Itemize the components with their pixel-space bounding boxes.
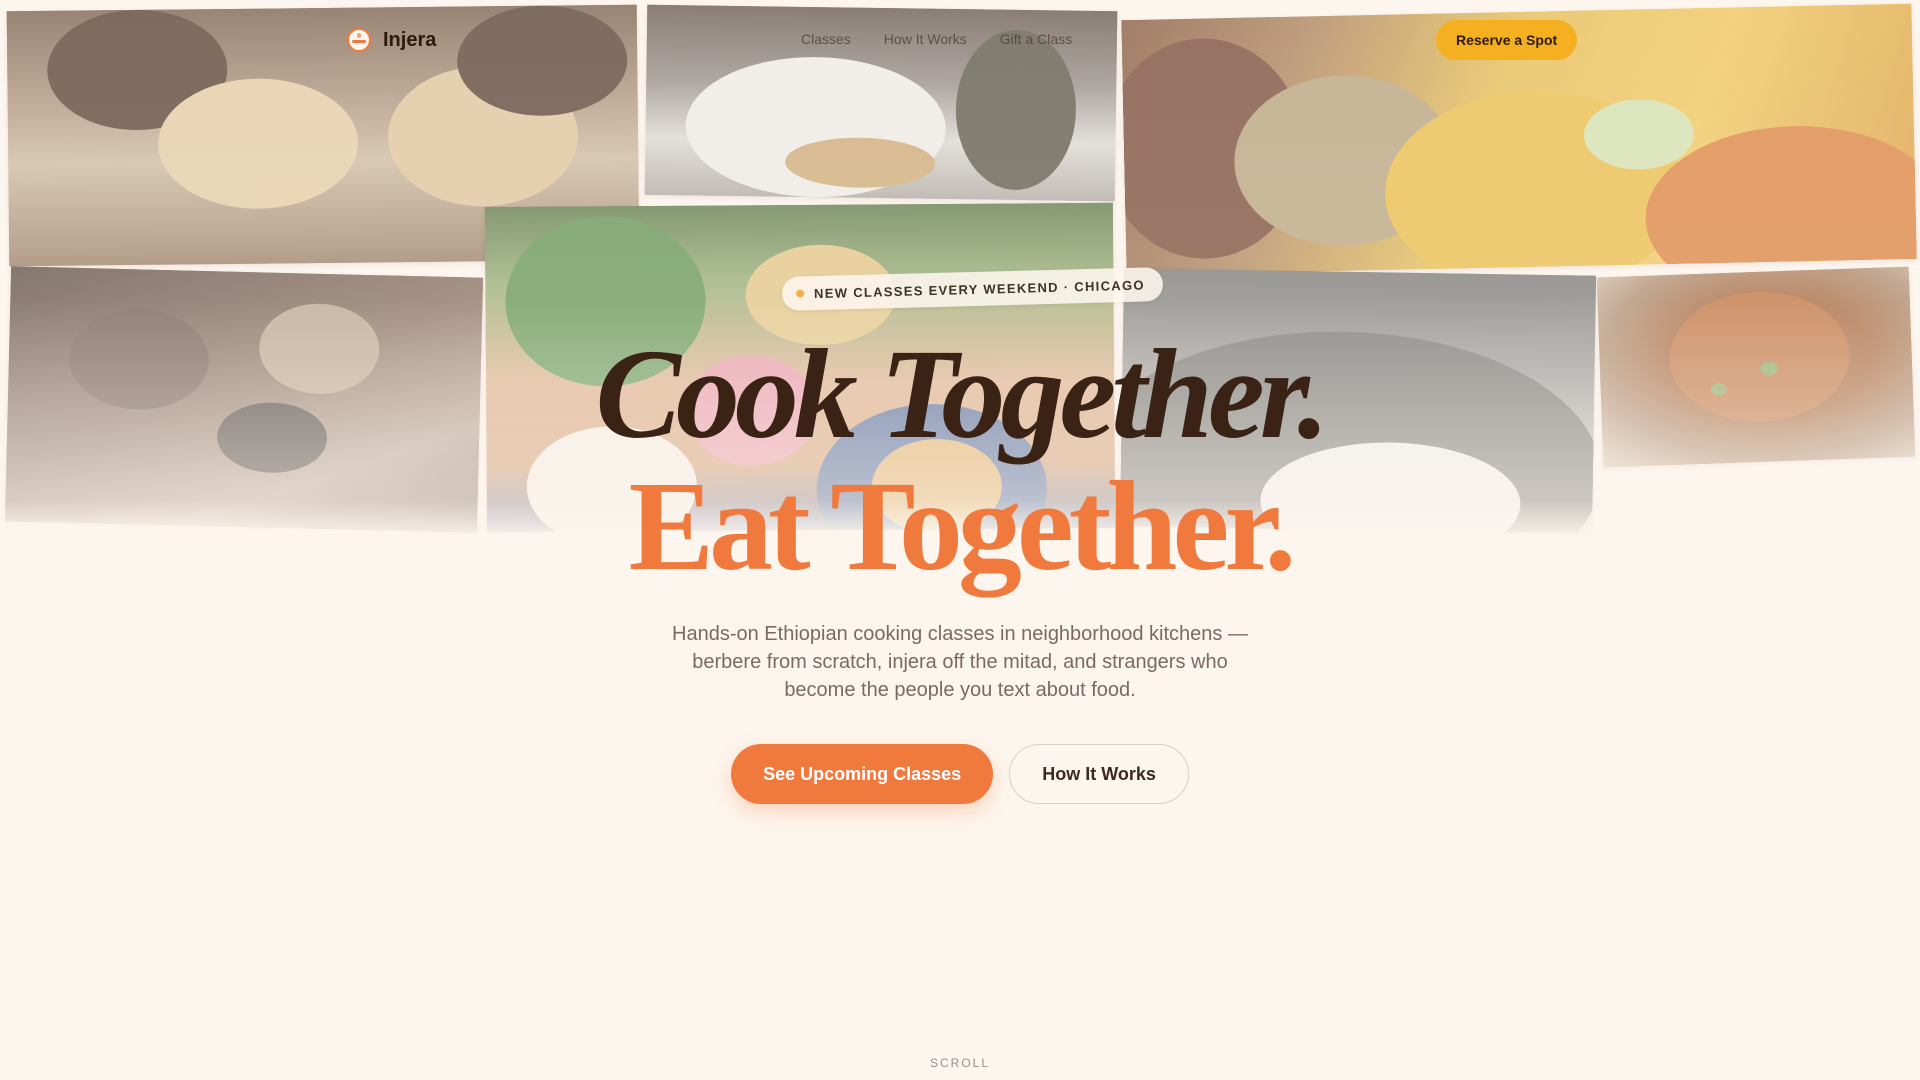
nav-link-gift-a-class[interactable]: Gift a Class [1000,31,1072,47]
brand-logo[interactable]: Injera [347,28,436,52]
nav-link-how-it-works[interactable]: How It Works [884,31,967,47]
nav-link-classes[interactable]: Classes [801,31,851,47]
badge-text: NEW CLASSES EVERY WEEKEND · CHICAGO [813,276,1145,301]
hero-subtitle: Hands-on Ethiopian cooking classes in ne… [672,623,1248,701]
how-it-works-button[interactable]: How It Works [1009,744,1189,804]
badge-dot-icon [795,289,805,298]
top-nav: Injera Classes How It Works Gift a Class… [0,0,1920,80]
cta-row: See Upcoming Classes How It Works [0,744,1920,804]
reserve-spot-button[interactable]: Reserve a Spot [1436,20,1578,60]
see-upcoming-classes-button[interactable]: See Upcoming Classes [731,744,994,804]
scroll-indicator[interactable]: SCROLL [0,1056,1920,1070]
headline-eat-together: Eat Together. [628,455,1297,597]
brand-name: Injera [383,28,437,51]
bowl-icon [347,28,371,52]
headline-cook-together: Cook Together. [595,323,1330,465]
nav-links: Classes How It Works Gift a Class [801,31,1072,47]
